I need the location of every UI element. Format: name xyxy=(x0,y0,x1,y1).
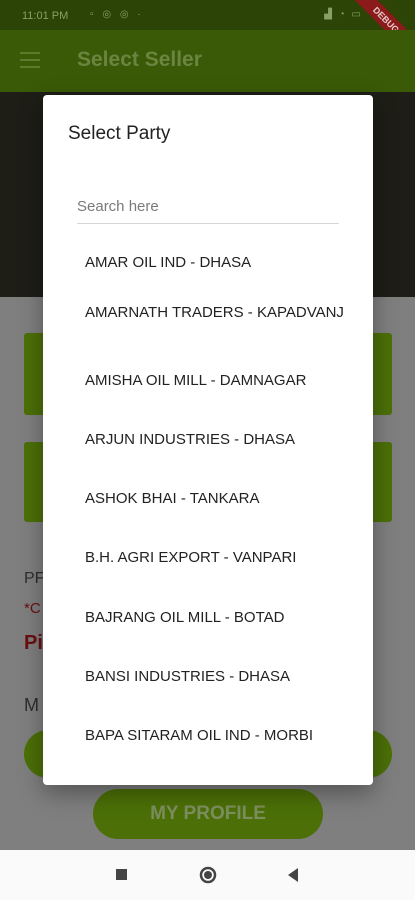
system-nav-bar xyxy=(0,850,415,900)
back-triangle-icon[interactable] xyxy=(285,864,301,886)
background-menu-fragment: M xyxy=(24,695,39,715)
party-list-item[interactable]: AMARNATH TRADERS - KAPADVANJ xyxy=(85,303,355,323)
party-list-item[interactable]: BAJRANG OIL MILL - BOTAD xyxy=(85,608,355,628)
party-list-item[interactable]: AMAR OIL IND - DHASA xyxy=(85,253,355,273)
party-list-item[interactable]: BANSI INDUSTRIES - DHASA xyxy=(85,667,355,687)
status-bar: 11:01 PM ▫ ◎ ◎ · ▟ ◔ ▭ DEBUG xyxy=(0,0,415,65)
party-search-input[interactable] xyxy=(77,189,339,224)
my-profile-button[interactable]: MY PROFILE xyxy=(93,789,323,839)
app-bar: Select Seller xyxy=(0,30,415,92)
status-time: 11:01 PM xyxy=(22,10,69,22)
notification-icons: ▫ ◎ ◎ · xyxy=(90,9,144,20)
signal-wifi-battery-icons: ▟ ◔ ▭ xyxy=(324,9,363,20)
home-circle-icon[interactable] xyxy=(197,864,219,886)
app-title: Select Seller xyxy=(77,48,202,71)
party-list-item[interactable]: ARJUN INDUSTRIES - DHASA xyxy=(85,430,355,450)
background-price-fragment: Pi xyxy=(24,632,43,654)
party-list-item[interactable]: B.H. AGRI EXPORT - VANPARI xyxy=(85,548,355,568)
background-label-fragment: PF xyxy=(24,570,45,587)
background-note-fragment: *C xyxy=(24,600,41,617)
recents-square-icon[interactable] xyxy=(114,864,130,886)
party-list-item[interactable]: AMISHA OIL MILL - DAMNAGAR xyxy=(85,371,355,391)
hamburger-menu-icon[interactable] xyxy=(20,52,40,68)
dialog-title: Select Party xyxy=(68,123,171,144)
select-party-dialog: Select Party AMAR OIL IND - DHASA AMARNA… xyxy=(43,95,373,785)
party-list-item[interactable]: BAPA SITARAM OIL IND - MORBI xyxy=(85,726,355,746)
party-list-item[interactable]: ASHOK BHAI - TANKARA xyxy=(85,489,355,509)
